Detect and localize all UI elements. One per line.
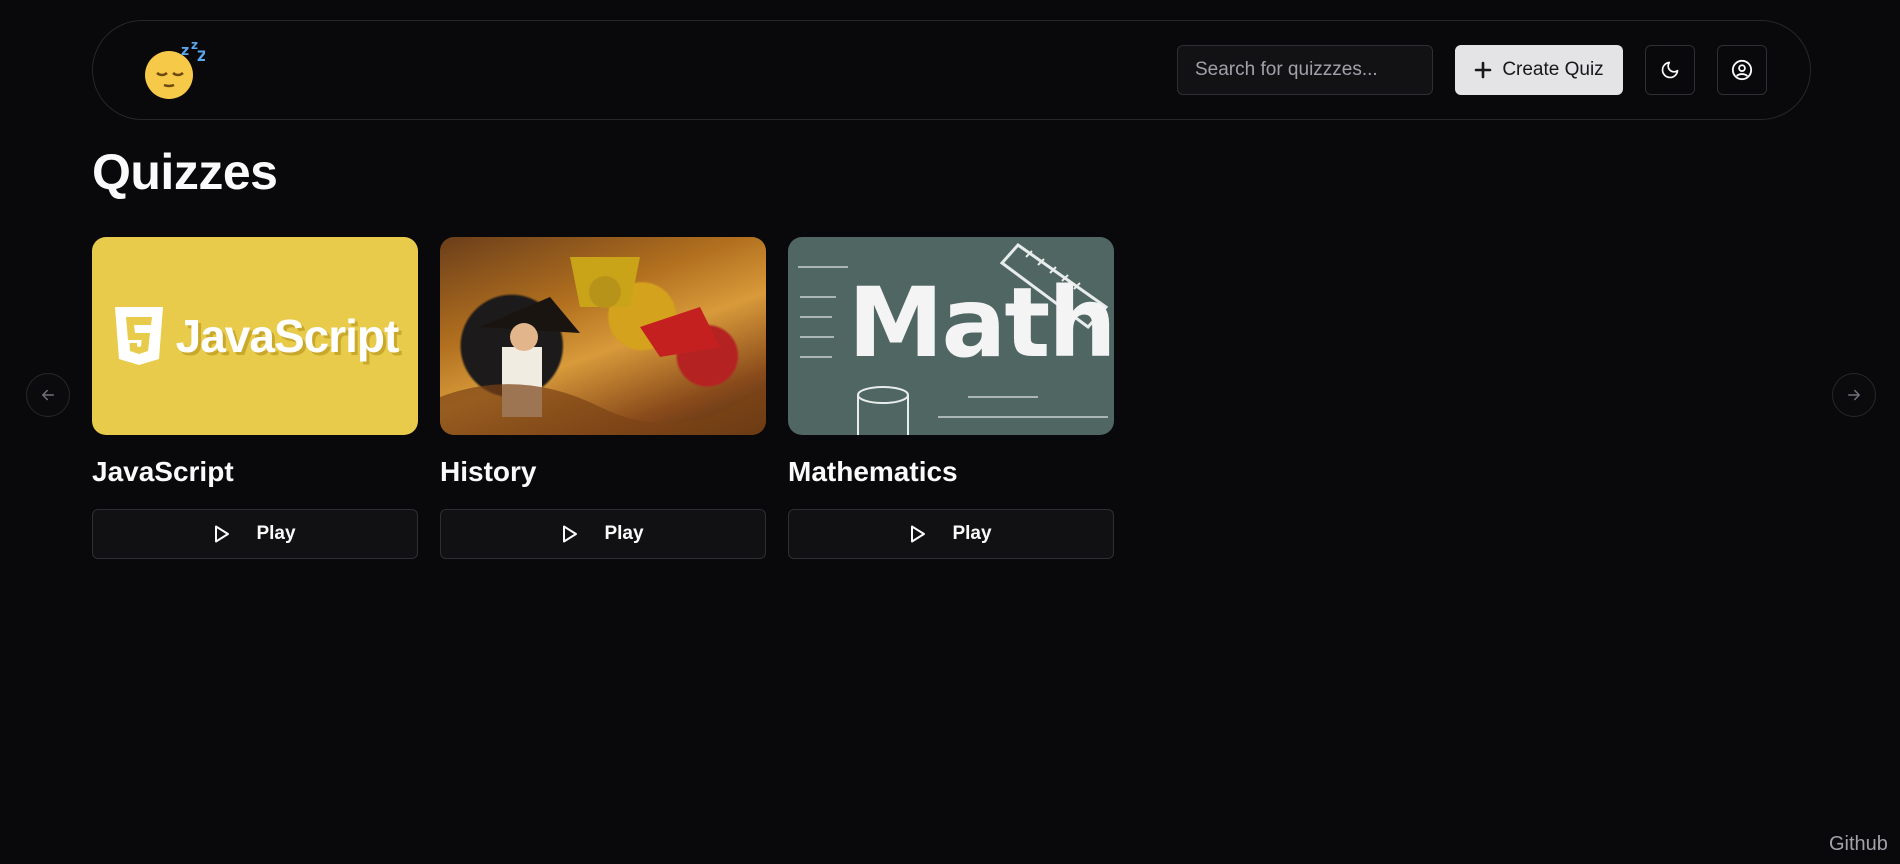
history-collage-art bbox=[440, 257, 766, 435]
quiz-image-mathematics[interactable]: Math bbox=[788, 237, 1114, 435]
html5-shield-icon bbox=[114, 307, 163, 365]
svg-text:z: z bbox=[181, 43, 189, 59]
play-icon bbox=[911, 525, 926, 543]
carousel-next-button[interactable] bbox=[1832, 373, 1876, 417]
play-button-mathematics[interactable]: Play bbox=[788, 509, 1114, 559]
sleeping-emoji-logo[interactable]: z z Z bbox=[141, 37, 207, 101]
create-quiz-label: Create Quiz bbox=[1502, 59, 1604, 80]
arrow-left-icon bbox=[42, 389, 54, 401]
quiz-image-history[interactable] bbox=[440, 237, 766, 435]
play-button-javascript[interactable]: Play bbox=[92, 509, 418, 559]
page-title: Quizzes bbox=[92, 144, 278, 200]
quiz-card-javascript: JavaScript JavaScript Play bbox=[92, 237, 418, 559]
top-header: z z Z Create Quiz bbox=[92, 20, 1811, 120]
search-input[interactable] bbox=[1177, 45, 1433, 95]
create-quiz-button[interactable]: Create Quiz bbox=[1455, 45, 1623, 95]
play-icon bbox=[215, 525, 230, 543]
quiz-title: History bbox=[440, 456, 537, 487]
quiz-title: JavaScript bbox=[92, 456, 234, 487]
quiz-image-javascript[interactable]: JavaScript bbox=[92, 237, 418, 435]
quiz-title: Mathematics bbox=[788, 456, 958, 487]
play-icon bbox=[563, 525, 578, 543]
play-button-history[interactable]: Play bbox=[440, 509, 766, 559]
user-account-button[interactable] bbox=[1717, 45, 1767, 95]
play-label: Play bbox=[604, 523, 644, 544]
theme-toggle-button[interactable] bbox=[1645, 45, 1695, 95]
plus-icon bbox=[1475, 61, 1492, 79]
user-circle-icon bbox=[1731, 59, 1753, 81]
play-label: Play bbox=[256, 523, 296, 544]
math-art-text: Math bbox=[848, 267, 1114, 379]
quiz-card-mathematics: Math Mathematics Play bbox=[788, 237, 1114, 559]
javascript-art-text: JavaScript bbox=[175, 310, 400, 362]
moon-icon bbox=[1661, 61, 1679, 79]
arrow-right-icon bbox=[1848, 389, 1860, 401]
quiz-card-history: History Play bbox=[440, 237, 766, 559]
carousel-prev-button[interactable] bbox=[26, 373, 70, 417]
svg-text:Z: Z bbox=[197, 49, 205, 65]
play-label: Play bbox=[952, 523, 992, 544]
github-link[interactable]: Github bbox=[1829, 833, 1888, 856]
